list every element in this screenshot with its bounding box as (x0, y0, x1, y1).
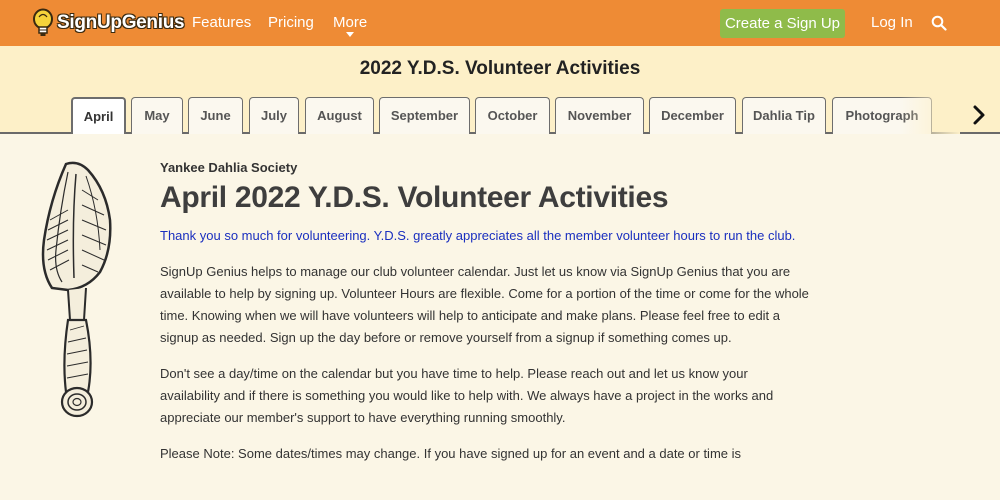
signup-title-band: 2022 Y.D.S. Volunteer Activities April M… (0, 46, 1000, 134)
description-paragraph: SignUp Genius helps to manage our club v… (160, 264, 809, 345)
signup-description: Yankee Dahlia Society April 2022 Y.D.S. … (160, 160, 810, 465)
nav-pricing-link[interactable]: Pricing (268, 14, 314, 31)
top-navigation-bar: SignUpGenius Features Pricing More Creat… (0, 0, 1000, 46)
description-paragraph: Please Note: Some dates/times may change… (160, 446, 742, 461)
tab-august[interactable]: August (305, 97, 374, 134)
nav-more-menu[interactable]: More (333, 14, 367, 31)
trowel-illustration (41, 161, 112, 418)
tab-june[interactable]: June (188, 97, 243, 134)
tab-dahlia-tip[interactable]: Dahlia Tip (742, 97, 826, 134)
tab-november[interactable]: November (555, 97, 644, 134)
logo-text: SignUpGenius (57, 12, 185, 33)
lightbulb-icon (33, 8, 53, 36)
page-title: 2022 Y.D.S. Volunteer Activities (359, 58, 641, 79)
tab-december[interactable]: December (649, 97, 736, 134)
tab-april[interactable]: April (71, 97, 126, 134)
tab-september[interactable]: September (379, 97, 470, 134)
nav-features-link[interactable]: Features (192, 14, 251, 31)
caret-down-icon[interactable] (346, 32, 354, 37)
tab-july[interactable]: July (249, 97, 299, 134)
tab-may[interactable]: May (131, 97, 183, 134)
signupgenius-logo[interactable]: SignUpGenius (32, 6, 185, 40)
login-link[interactable]: Log In (871, 14, 913, 31)
month-tabs: April May June July August September Oct… (70, 96, 940, 134)
description-paragraph: Don't see a day/time on the calendar but… (160, 366, 774, 425)
chevron-right-icon[interactable] (968, 104, 990, 126)
search-icon[interactable] (931, 15, 947, 31)
thanks-message: Thank you so much for volunteering. Y.D.… (160, 228, 796, 243)
activity-heading: April 2022 Y.D.S. Volunteer Activities (160, 181, 669, 214)
tab-october[interactable]: October (475, 97, 550, 134)
tabs-fade-overlay (900, 96, 960, 134)
organization-name: Yankee Dahlia Society (160, 160, 298, 175)
create-signup-button[interactable]: Create a Sign Up (720, 9, 845, 38)
